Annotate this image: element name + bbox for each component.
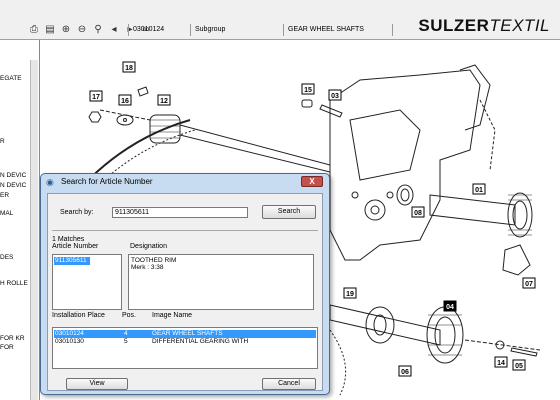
svg-text:01: 01: [475, 187, 483, 194]
installation-row[interactable]: 03010130 5 DIFFERENTIAL GEARING WITH: [54, 338, 316, 346]
callout-17[interactable]: 17: [89, 90, 103, 102]
article-list[interactable]: 911305611: [52, 254, 122, 310]
installation-image-name: GEAR WHEEL SHAFTS: [152, 330, 223, 337]
toolbar: ⎙ ▤ ⊕ ⊖ ⚲ ◂ ▸ ∞ 03010124 Subgroup GEAR W…: [0, 0, 560, 40]
close-button[interactable]: X: [301, 176, 323, 187]
dialog-title: Search for Article Number: [61, 177, 153, 186]
article-list-item[interactable]: 911305611: [54, 257, 90, 265]
callout-14[interactable]: 14: [494, 356, 508, 368]
svg-text:15: 15: [304, 87, 312, 94]
left-item[interactable]: N DEVIC: [0, 182, 26, 190]
designation-box: TOOTHED RIM Merk : 3:38: [128, 254, 314, 310]
left-item[interactable]: EGATE: [0, 75, 22, 83]
search-icon[interactable]: ⚲: [92, 24, 104, 36]
previous-icon[interactable]: ◂: [108, 24, 120, 36]
matches-count: 1 Matches: [52, 236, 85, 243]
group-title: GEAR WHEEL SHAFTS: [283, 24, 393, 36]
callout-08[interactable]: 08: [411, 206, 425, 218]
brand-logo: SULZERTEXTIL: [418, 16, 550, 35]
callout-18[interactable]: 18: [122, 61, 136, 73]
designation-header: Designation: [130, 243, 167, 250]
installation-place: 03010130: [55, 338, 84, 345]
installation-image-name: DIFFERENTIAL GEARING WITH: [152, 338, 249, 345]
installation-row[interactable]: 03010124 4 GEAR WHEEL SHAFTS: [54, 330, 316, 338]
installation-place-header: Installation Place: [52, 312, 105, 319]
callout-07[interactable]: 07: [522, 277, 536, 289]
dialog-title-bar[interactable]: ◉ Search for Article Number X: [41, 174, 329, 190]
callout-03[interactable]: 03: [328, 89, 342, 101]
image-name-header: Image Name: [152, 312, 193, 319]
left-item[interactable]: R: [0, 138, 5, 146]
zoom-out-icon[interactable]: ⊖: [76, 24, 88, 36]
svg-text:14: 14: [497, 360, 505, 367]
callout-12[interactable]: 12: [157, 94, 171, 106]
svg-text:07: 07: [525, 281, 533, 288]
callout-16[interactable]: 16: [118, 94, 132, 106]
designation-line: Merk : 3:38: [131, 264, 164, 271]
left-item[interactable]: FOR KR: [0, 335, 25, 343]
search-article-dialog: ◉ Search for Article Number X Search by:…: [40, 173, 330, 395]
subgroup-label: Subgroup: [190, 24, 280, 36]
left-item[interactable]: N DEVIC: [0, 172, 26, 180]
left-panel: EGATE R N DEVIC N DEVIC ER MAL DES H ROL…: [0, 40, 40, 400]
search-input[interactable]: [112, 207, 248, 218]
left-item[interactable]: MAL: [0, 210, 13, 218]
svg-text:18: 18: [125, 65, 133, 72]
view-button[interactable]: View: [66, 378, 128, 390]
svg-text:06: 06: [401, 369, 409, 376]
svg-text:16: 16: [121, 98, 129, 105]
installation-pos: 5: [124, 338, 128, 345]
svg-text:04: 04: [446, 304, 454, 311]
callout-19[interactable]: 19: [343, 287, 357, 299]
callout-05[interactable]: 05: [512, 359, 526, 371]
left-item[interactable]: DES: [0, 254, 13, 262]
installation-pos: 4: [124, 330, 128, 337]
callout-15[interactable]: 15: [301, 83, 315, 95]
installation-list[interactable]: 03010124 4 GEAR WHEEL SHAFTS 03010130 5 …: [52, 327, 318, 369]
search-by-label: Search by:: [60, 209, 94, 216]
dialog-body: Search by: Search 1 Matches Article Numb…: [47, 193, 323, 391]
left-item[interactable]: H ROLLE: [0, 280, 28, 288]
left-item[interactable]: ER: [0, 192, 9, 200]
callout-06[interactable]: 06: [398, 365, 412, 377]
separator: [52, 230, 318, 231]
print-preview-icon[interactable]: ▤: [44, 24, 56, 36]
left-item[interactable]: FOR: [0, 344, 14, 352]
zoom-in-icon[interactable]: ⊕: [60, 24, 72, 36]
pos-header: Pos.: [122, 312, 137, 319]
svg-text:19: 19: [346, 291, 354, 298]
search-button[interactable]: Search: [262, 205, 316, 219]
installation-place: 03010124: [55, 330, 84, 337]
left-panel-scrollbar[interactable]: [30, 60, 38, 400]
svg-text:05: 05: [515, 363, 523, 370]
article-number-header: Article Number: [52, 243, 99, 250]
print-icon[interactable]: ⎙: [28, 24, 40, 36]
svg-text:17: 17: [92, 94, 100, 101]
svg-text:12: 12: [160, 98, 168, 105]
cancel-button[interactable]: Cancel: [262, 378, 316, 390]
svg-text:03: 03: [331, 93, 339, 100]
app-icon: ◉: [46, 177, 54, 187]
callout-04[interactable]: 04: [443, 300, 457, 312]
svg-text:08: 08: [414, 210, 422, 217]
callout-01[interactable]: 01: [472, 183, 486, 195]
article-number-field: 03010124: [128, 24, 190, 36]
